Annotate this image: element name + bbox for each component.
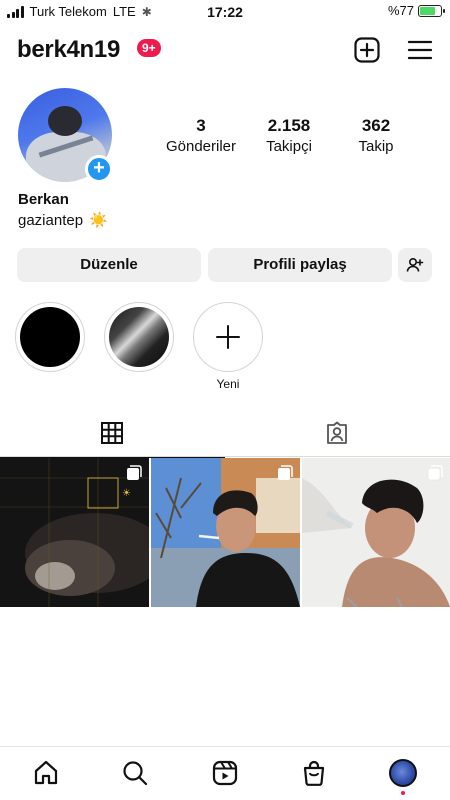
profile-header: berk4n19 9+ xyxy=(0,30,450,70)
reels-icon[interactable] xyxy=(211,759,241,789)
share-profile-button[interactable]: Profili paylaş xyxy=(208,248,392,282)
battery-fill xyxy=(420,6,436,15)
username[interactable]: berk4n19 xyxy=(17,36,120,64)
clock: 17:22 xyxy=(207,4,243,20)
notification-badge[interactable]: 9+ xyxy=(137,39,161,57)
profile-avatar[interactable]: + xyxy=(18,88,113,183)
profile-stats: 3 Gönderiler 2.158 Takipçi 362 Takip xyxy=(150,116,440,156)
post-thumbnail-1[interactable]: ☀ xyxy=(0,458,149,607)
carousel-icon xyxy=(427,465,443,481)
highlight-1[interactable] xyxy=(15,302,85,372)
stat-following[interactable]: 362 Takip xyxy=(331,116,421,155)
profile-avatar-tab[interactable] xyxy=(389,759,417,787)
bottom-navigation xyxy=(0,746,450,800)
highlight-cover xyxy=(109,307,169,367)
home-icon[interactable] xyxy=(32,759,62,789)
profile-bio: gaziantep ☀️ xyxy=(18,211,108,230)
add-person-icon xyxy=(406,257,424,272)
post-thumbnail-2[interactable] xyxy=(151,458,300,607)
stat-value: 3 xyxy=(196,116,206,135)
carousel-icon xyxy=(127,465,142,480)
new-highlight-button[interactable] xyxy=(193,302,263,372)
stat-followers[interactable]: 2.158 Takipçi xyxy=(244,116,334,155)
status-bar: Turk Telekom LTE ✱ 17:22 %77 xyxy=(0,0,450,24)
carousel-icon xyxy=(278,465,293,480)
add-story-button[interactable]: + xyxy=(85,155,113,183)
stat-label: Takip xyxy=(358,138,394,155)
shop-icon[interactable] xyxy=(300,759,330,789)
post-thumbnail-3[interactable] xyxy=(302,458,450,607)
battery-percent: %77 xyxy=(387,3,414,18)
profile-tabs xyxy=(0,412,450,458)
svg-text:☀: ☀ xyxy=(122,488,131,499)
battery-icon xyxy=(418,4,445,17)
add-person-button[interactable] xyxy=(398,248,432,282)
highlight-2[interactable] xyxy=(104,302,174,372)
status-right: %77 xyxy=(387,3,445,18)
highlight-cover xyxy=(20,307,80,367)
stat-posts[interactable]: 3 Gönderiler xyxy=(156,116,246,155)
profile-name: Berkan xyxy=(18,191,69,208)
tab-posts-grid[interactable] xyxy=(0,412,225,458)
plus-square-icon[interactable] xyxy=(353,36,381,64)
stat-value: 362 xyxy=(361,116,391,135)
stat-value: 2.158 xyxy=(267,116,311,135)
sun-emoji: ☀️ xyxy=(89,212,108,229)
stat-label: Gönderiler xyxy=(165,138,237,155)
plus-icon xyxy=(216,325,240,349)
edit-profile-button[interactable]: Düzenle xyxy=(17,248,201,282)
search-icon[interactable] xyxy=(121,759,151,789)
tagged-person-icon xyxy=(327,421,347,444)
new-highlight-label: Yeni xyxy=(216,377,240,391)
bio-text: gaziantep xyxy=(18,211,84,229)
grid-icon xyxy=(101,422,123,444)
hamburger-menu-icon[interactable] xyxy=(406,36,434,64)
tab-tagged[interactable] xyxy=(225,412,450,457)
stat-label: Takipçi xyxy=(266,138,312,155)
notification-dot xyxy=(401,791,405,795)
